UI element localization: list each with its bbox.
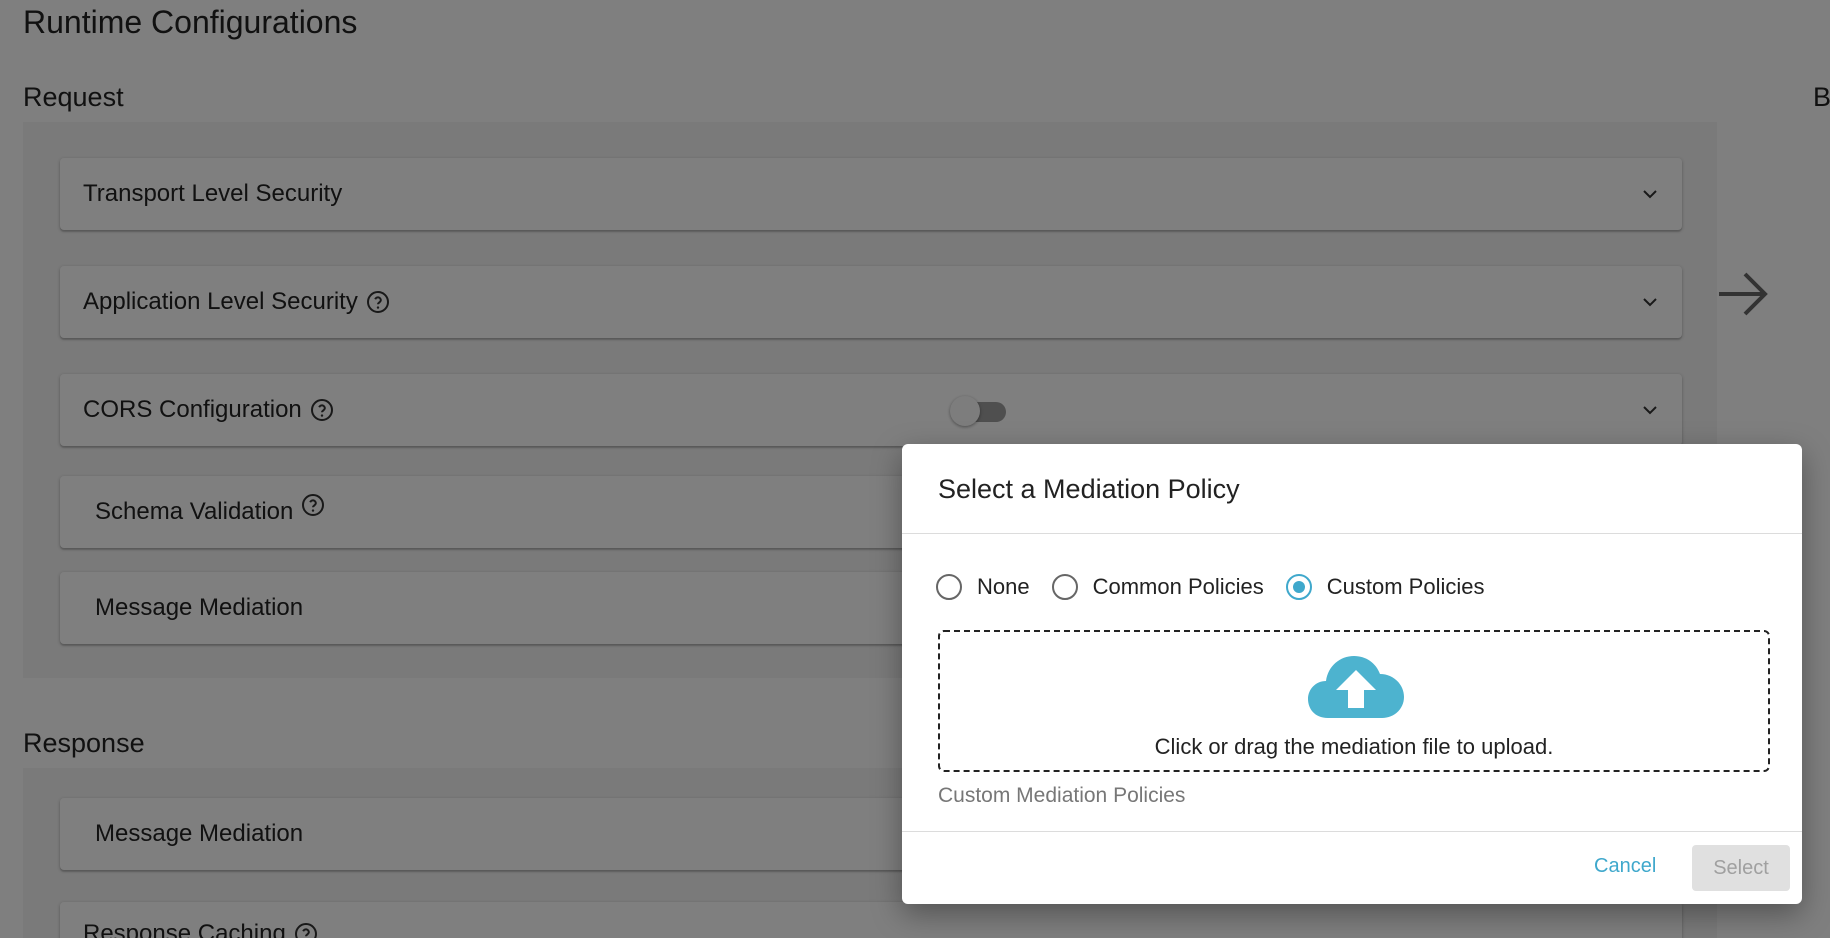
custom-mediation-caption: Custom Mediation Policies [938, 784, 1186, 807]
cancel-button[interactable]: Cancel [1594, 855, 1656, 878]
radio-button[interactable] [1051, 574, 1078, 600]
radio-button[interactable] [1285, 574, 1312, 600]
dropzone-text: Click or drag the mediation file to uplo… [1154, 734, 1554, 759]
radio-none[interactable]: None [936, 574, 1030, 600]
select-button[interactable]: Select [1692, 845, 1790, 891]
radio-label: Common Policies [1092, 574, 1264, 599]
mediation-policy-dialog: Select a Mediation Policy None Common Po… [902, 444, 1802, 904]
policy-type-radio-group: None Common Policies Custom Policies [936, 574, 1506, 600]
upload-dropzone[interactable]: Click or drag the mediation file to uplo… [938, 630, 1770, 772]
radio-label: None [977, 574, 1030, 599]
radio-common-policies[interactable]: Common Policies [1051, 574, 1264, 600]
radio-custom-policies[interactable]: Custom Policies [1285, 574, 1485, 600]
radio-button[interactable] [936, 574, 962, 600]
dialog-divider-top [902, 533, 1802, 534]
radio-label: Custom Policies [1326, 574, 1485, 599]
dialog-divider-bottom [902, 831, 1802, 832]
cloud-upload-icon [1308, 656, 1404, 718]
dialog-title: Select a Mediation Policy [938, 474, 1240, 504]
